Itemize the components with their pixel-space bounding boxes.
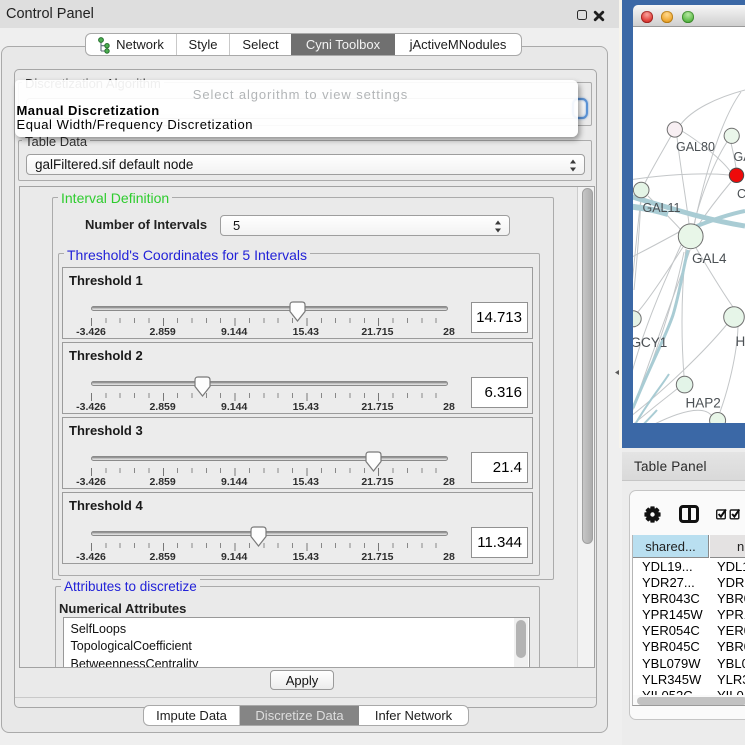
svg-text:H: H	[736, 334, 745, 349]
svg-text:C: C	[737, 187, 745, 201]
svg-text:GAL11: GAL11	[643, 201, 681, 215]
svg-text:HAP2: HAP2	[686, 396, 721, 411]
svg-text:GA: GA	[734, 150, 745, 164]
svg-text:GAL4: GAL4	[692, 251, 727, 266]
svg-text:GCY1: GCY1	[633, 335, 667, 350]
svg-text:GAL80: GAL80	[676, 140, 715, 154]
